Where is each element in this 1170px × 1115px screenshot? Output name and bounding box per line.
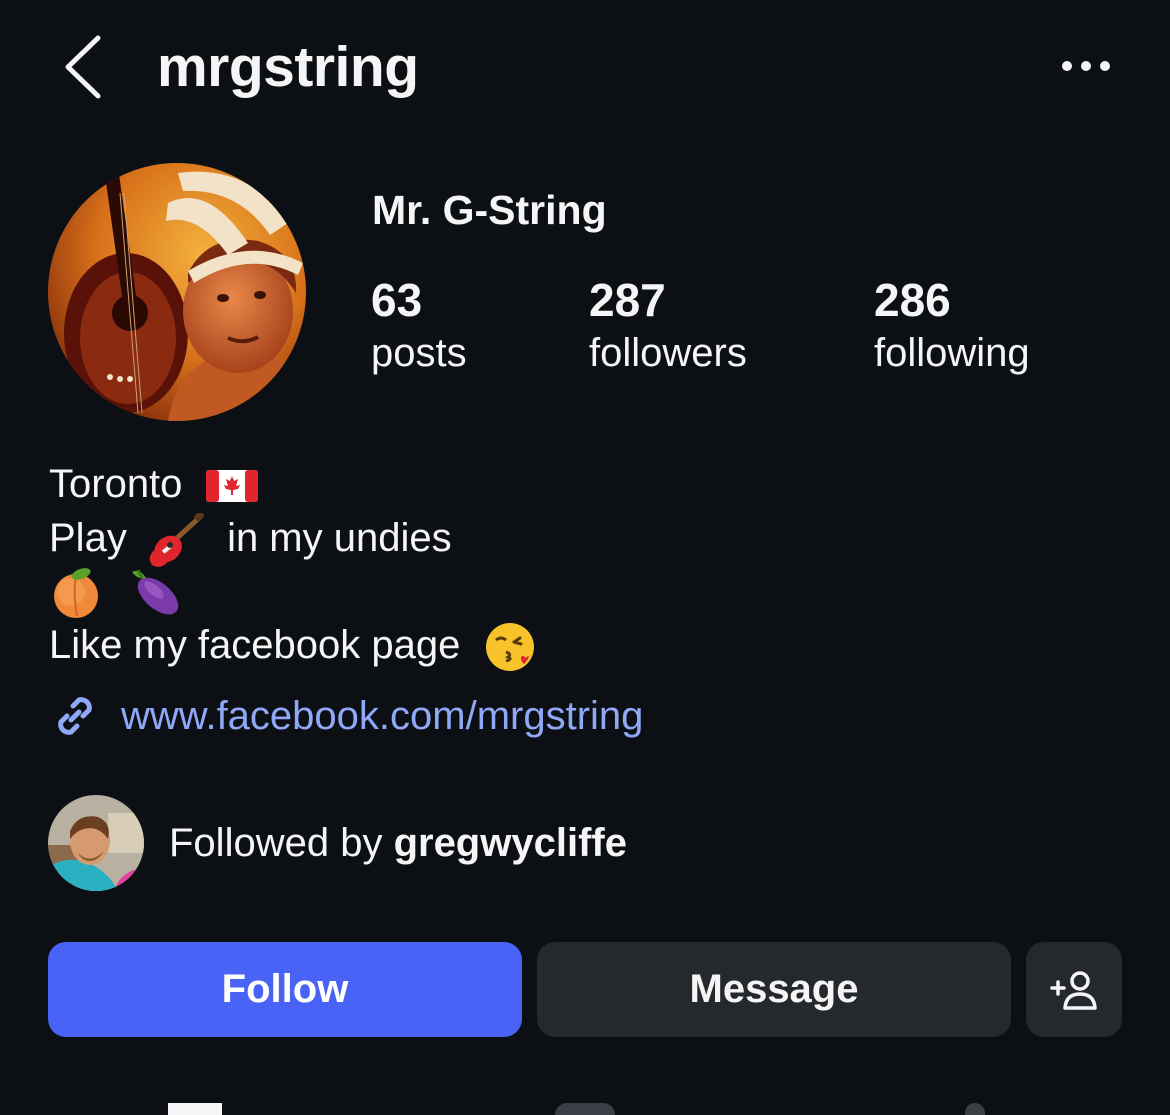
link-icon (58, 697, 92, 735)
more-options-button[interactable] (1056, 46, 1116, 86)
bio-line-4: Like my facebook page (49, 620, 538, 674)
followers-count: 287 (589, 274, 666, 326)
following-label: following (874, 331, 1030, 375)
grid-tab-icon[interactable] (168, 1103, 222, 1115)
posts-label: posts (371, 331, 467, 375)
canada-flag-emoji (205, 470, 258, 503)
reels-tab-icon[interactable] (555, 1103, 615, 1115)
profile-header: mrgstring (0, 0, 1170, 135)
message-button-label: Message (689, 967, 859, 1011)
eggplant-emoji (132, 569, 179, 615)
tagged-tab-icon[interactable] (965, 1103, 985, 1115)
following-stat[interactable]: 286 following (874, 272, 1030, 378)
profile-avatar[interactable] (48, 163, 306, 421)
chevron-left-icon (65, 35, 101, 99)
peach-emoji (54, 568, 98, 619)
follow-button-label: Follow (221, 967, 349, 1011)
suggest-people-button[interactable] (1026, 942, 1122, 1037)
back-button[interactable] (56, 30, 112, 100)
bio-facebook-text: Like my facebook page (49, 623, 461, 667)
followers-label: followers (589, 331, 747, 375)
following-count: 286 (874, 274, 951, 326)
more-horizontal-icon (1062, 61, 1110, 71)
guitar-emoji (149, 513, 204, 568)
bio-link-text[interactable]: www.facebook.com/mrgstring (121, 688, 643, 744)
profile-username: mrgstring (157, 35, 419, 99)
bio-play-text: Play (49, 516, 127, 560)
followed-by-row[interactable]: Followed by gregwycliffe (48, 795, 748, 891)
followed-by-text: Followed by gregwycliffe (169, 815, 627, 871)
followed-by-avatar (48, 795, 144, 891)
bio-line-3 (49, 566, 186, 620)
bio-line-2: Play in my undies (49, 513, 452, 568)
posts-stat[interactable]: 63 posts (371, 272, 467, 378)
profile-display-name: Mr. G-String (372, 187, 607, 233)
followed-by-username[interactable]: gregwycliffe (394, 821, 627, 865)
followed-by-prefix: Followed by (169, 821, 383, 865)
bio-location: Toronto (49, 462, 183, 506)
bio-line-1: Toronto (49, 459, 258, 509)
follow-button[interactable]: Follow (48, 942, 522, 1037)
avatar-image (48, 163, 306, 421)
message-button[interactable]: Message (537, 942, 1011, 1037)
kissing-face-emoji (485, 623, 534, 672)
bio-undies-text: in my undies (227, 516, 452, 560)
followers-stat[interactable]: 287 followers (589, 272, 747, 378)
posts-count: 63 (371, 274, 423, 326)
add-user-icon (1050, 970, 1097, 1010)
